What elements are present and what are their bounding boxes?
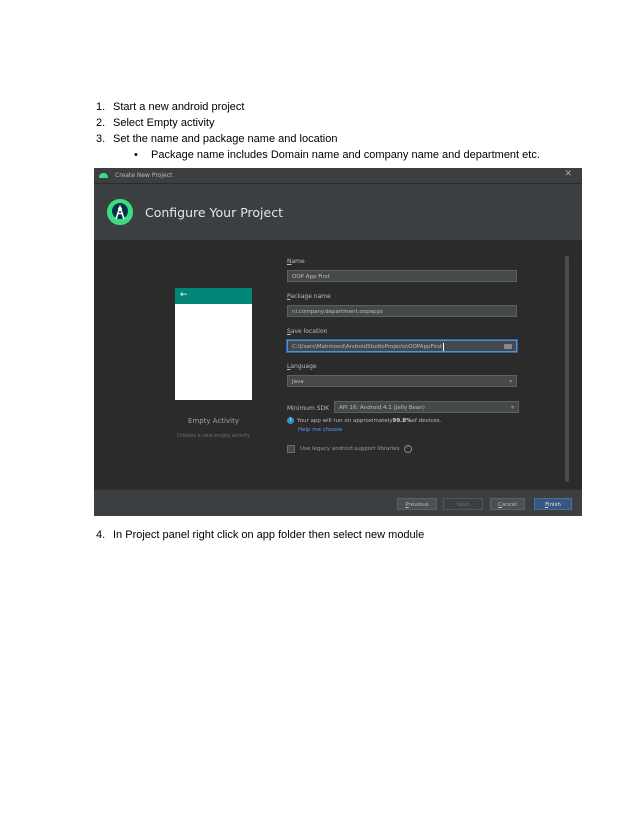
info-icon: i — [287, 417, 294, 424]
chevron-down-icon: ▾ — [508, 378, 512, 385]
folder-icon[interactable] — [504, 344, 512, 349]
instruction-list: 1. Start a new android project 2. Select… — [96, 99, 540, 163]
step-text: Start a new android project — [113, 101, 245, 113]
dialog-heading: Configure Your Project — [145, 204, 283, 220]
next-button[interactable]: Next — [443, 498, 483, 510]
step-number: 4. — [96, 529, 106, 541]
legacy-support-option: Use legacy android.support libraries ? — [287, 445, 412, 453]
step-text: Set the name and package name and locati… — [113, 133, 338, 145]
template-description: Creates a new empty activity — [176, 433, 251, 439]
chevron-down-icon: ▾ — [510, 404, 514, 411]
bullet-text: Package name includes Domain name and co… — [151, 149, 540, 161]
step-number: 3. — [96, 133, 106, 145]
previous-button[interactable]: Previous — [397, 498, 437, 510]
dialog-body: ← Empty Activity Creates a new empty act… — [94, 241, 582, 489]
dialog-header: Configure Your Project — [94, 184, 582, 241]
android-icon — [99, 173, 108, 178]
step-3-bullet: • Package name includes Domain name and … — [96, 147, 540, 163]
template-name: Empty Activity — [188, 417, 239, 425]
step-number: 2. — [96, 117, 106, 129]
legacy-support-label: Use legacy android.support libraries — [300, 446, 400, 452]
min-sdk-select[interactable]: API 16: Android 4.1 (Jelly Bean) ▾ — [334, 401, 519, 413]
step-4: 4. In Project panel right click on app f… — [96, 527, 424, 543]
help-me-choose-link[interactable]: Help me choose — [298, 427, 342, 433]
step-1: 1. Start a new android project — [96, 99, 540, 115]
step-3: 3. Set the name and package name and loc… — [96, 131, 540, 147]
language-label: Language — [287, 363, 317, 370]
package-name-field[interactable]: nl.company.department.oopapps — [287, 305, 517, 317]
name-label: Name — [287, 258, 305, 265]
preview-app-bar: ← — [175, 288, 252, 304]
package-label: Package name — [287, 293, 331, 300]
dialog-footer: Previous Next Cancel Finish — [94, 489, 582, 516]
bullet-dot: • — [134, 149, 138, 161]
back-arrow-icon: ← — [180, 290, 188, 300]
finish-button[interactable]: Finish — [534, 498, 572, 510]
create-project-dialog: Create New Project ✕ Configure Your Proj… — [94, 168, 582, 516]
location-label: Save location — [287, 328, 328, 335]
step-2: 2. Select Empty activity — [96, 115, 540, 131]
scrollbar[interactable] — [565, 256, 569, 482]
save-location-field[interactable]: C:\Users\Mahmood\AndroidStudioProjects\O… — [287, 340, 517, 352]
cancel-button[interactable]: Cancel — [490, 498, 525, 510]
window-title: Create New Project — [115, 172, 173, 179]
step-text: Select Empty activity — [113, 117, 215, 129]
language-select[interactable]: Java ▾ — [287, 375, 517, 387]
close-icon[interactable]: ✕ — [564, 169, 572, 179]
help-icon[interactable]: ? — [403, 445, 412, 453]
step-text: In Project panel right click on app fold… — [113, 529, 425, 541]
device-coverage-info: i Your app will run on approximately 99.… — [287, 417, 441, 424]
min-sdk-label: Minimum SDK — [287, 405, 330, 412]
legacy-support-checkbox[interactable] — [287, 445, 295, 453]
step-number: 1. — [96, 101, 106, 113]
dialog-titlebar: Create New Project ✕ — [94, 168, 582, 184]
android-studio-logo-icon — [107, 199, 133, 225]
name-field[interactable]: OOP App First — [287, 270, 517, 282]
activity-preview: ← — [175, 288, 252, 400]
